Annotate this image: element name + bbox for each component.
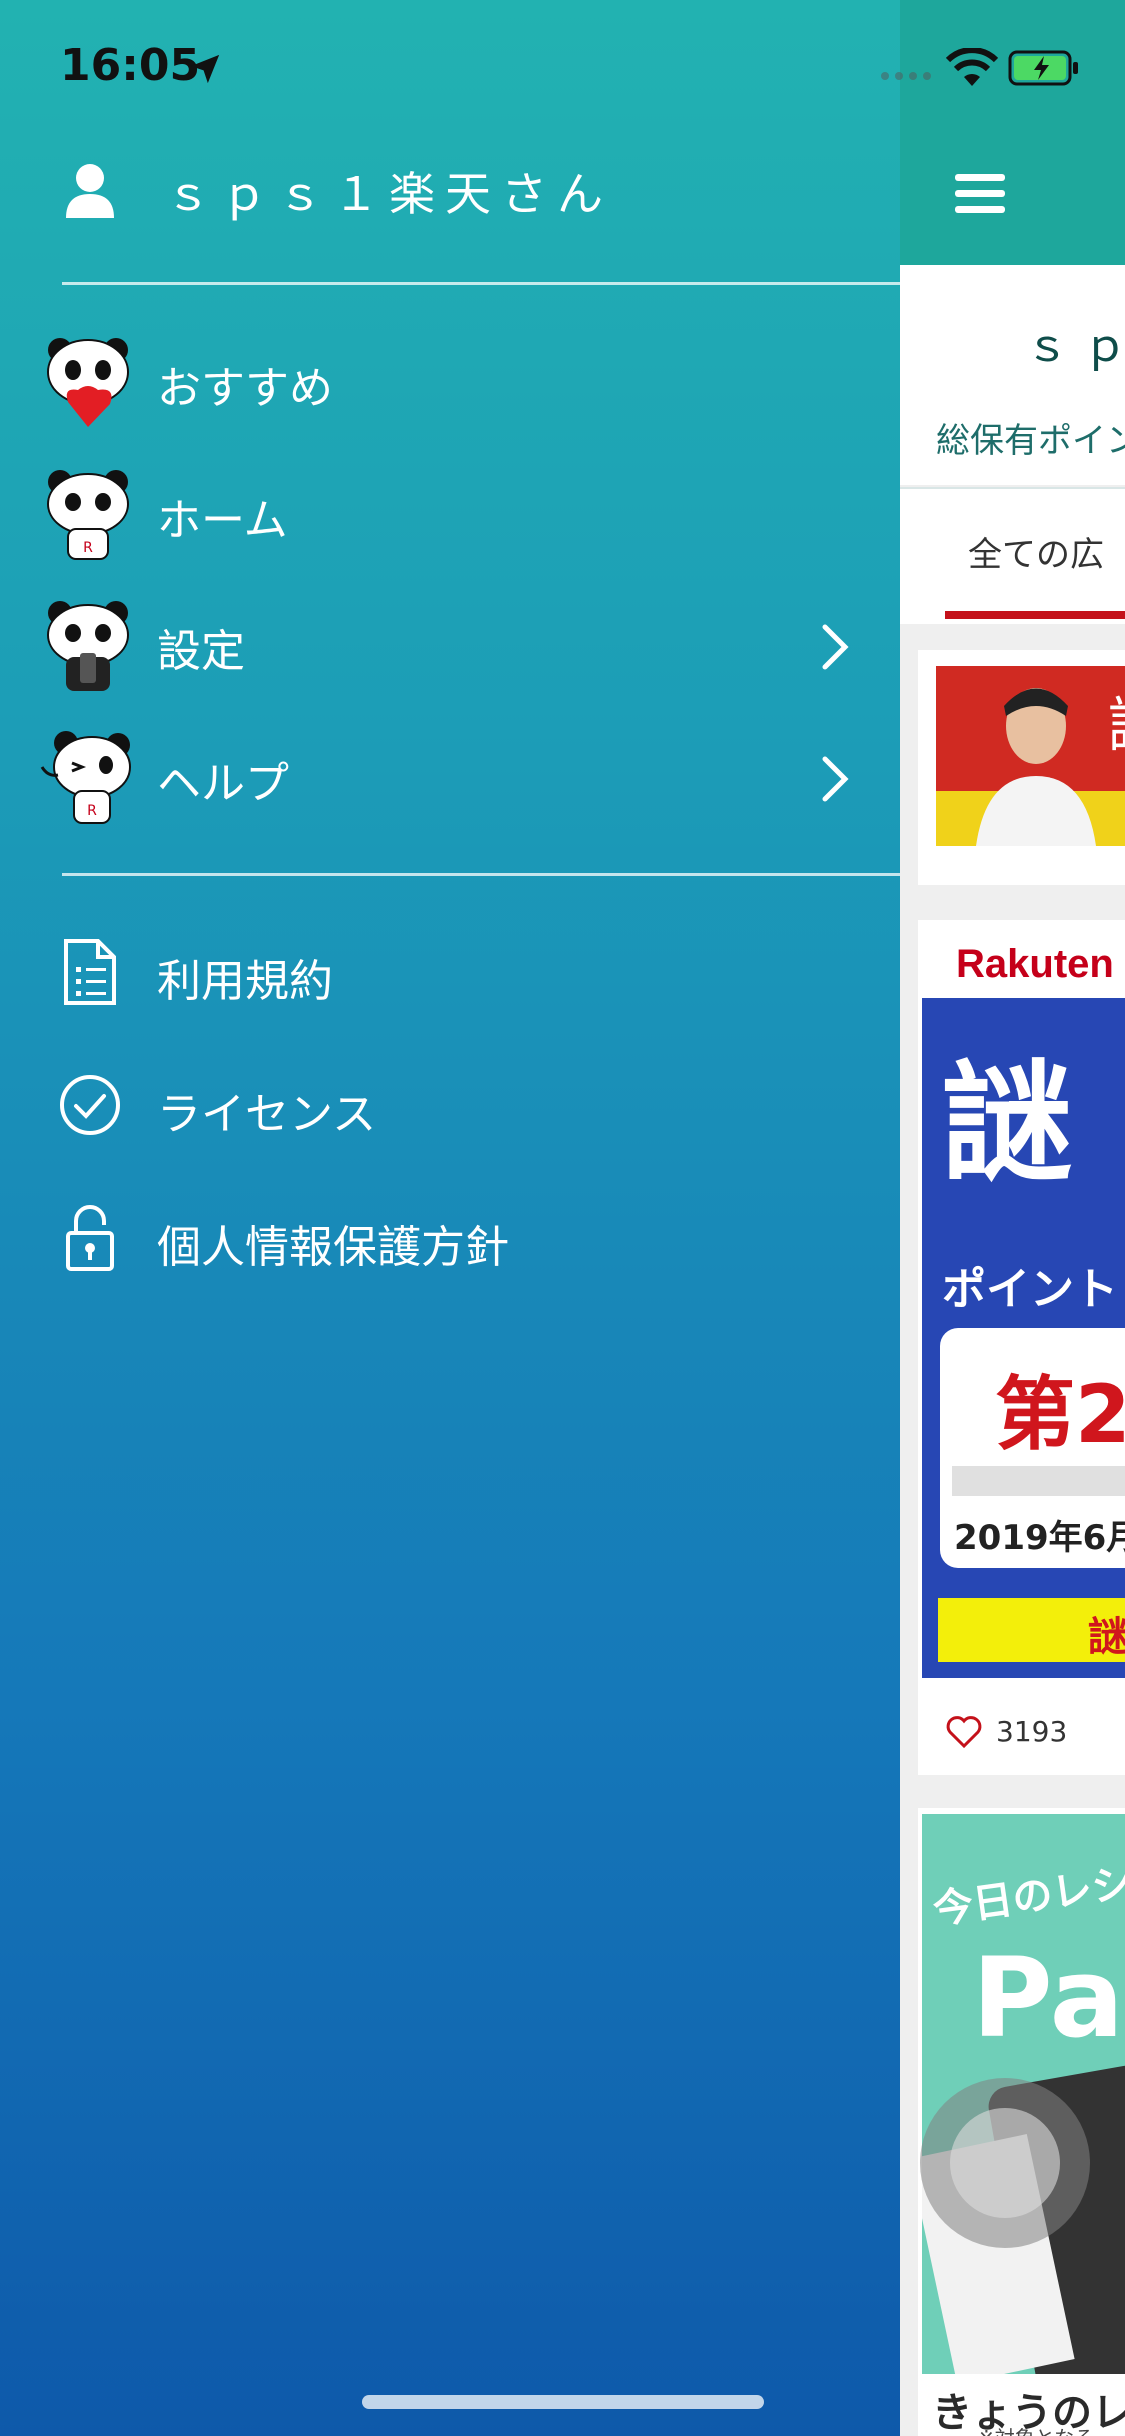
menu-label: ヘルプ <box>157 758 289 809</box>
menu-label: ライセンス <box>157 1089 377 1140</box>
menu-item-privacy-policy[interactable]: 個人情報保護方針 <box>0 1183 900 1293</box>
user-profile-row[interactable]: ｓｐｓ１楽天さん <box>0 150 900 270</box>
ad-card[interactable]: Rakuten S 謎 ポイント 第2 2019年6月 謎 3193 <box>918 920 1125 1775</box>
tab-indicator <box>945 611 1125 619</box>
user-name: ｓｐｓ <box>1025 321 1125 372</box>
banner-subtitle: ポイント <box>942 1264 1118 1315</box>
menu-label: 設定 <box>157 626 245 677</box>
menu-item-help[interactable]: R ヘルプ <box>0 717 900 837</box>
status-time: 16:05 <box>60 40 201 91</box>
panda-wink-icon: R <box>40 731 131 824</box>
side-drawer: ｓｐｓ１楽天さん おすすめ R ホーム 設定 R ヘルプ 利用規約 ライセンス … <box>0 0 900 2436</box>
menu-item-home[interactable]: R ホーム <box>0 454 900 574</box>
ad-card[interactable]: 謎 <box>918 650 1125 885</box>
hamburger-menu-icon[interactable] <box>955 172 1005 216</box>
tab-bar: 全ての広 <box>900 487 1125 624</box>
svg-text:R: R <box>87 803 97 819</box>
home-indicator[interactable] <box>362 2395 764 2409</box>
banner-date: 2019年6月 <box>954 1518 1125 1558</box>
banner-big-text: 第2 <box>995 1368 1125 1461</box>
divider <box>62 282 900 285</box>
lock-icon <box>66 1205 114 1271</box>
menu-label: ホーム <box>157 495 288 546</box>
check-circle-icon <box>60 1075 120 1135</box>
user-icon <box>66 164 114 218</box>
ad-photo-icon: 謎 <box>936 666 1125 846</box>
like-count: 3193 <box>996 1715 1068 1748</box>
svg-text:謎: 謎 <box>1108 691 1125 761</box>
menu-label: 個人情報保護方針 <box>157 1222 509 1273</box>
rakuten-logo: Rakuten S <box>956 942 1125 986</box>
menu-label: 利用規約 <box>157 956 333 1007</box>
signal-icon <box>881 72 931 80</box>
menu-label: おすすめ <box>157 363 333 414</box>
assistive-touch-button[interactable] <box>920 2078 1090 2248</box>
banner-title: 今日のレシ <box>930 1860 1125 1934</box>
chevron-right-icon <box>822 624 849 670</box>
ad-banner-image: 謎 ポイント 第2 2019年6月 謎 <box>922 998 1125 1678</box>
heart-icon[interactable] <box>946 1715 982 1749</box>
status-bar: 16:05 <box>0 0 1125 140</box>
banner-panel: 第2 2019年6月 <box>940 1328 1125 1568</box>
user-name: ｓｐｓ１楽天さん <box>165 167 613 221</box>
ad-banner-image: 謎 <box>936 666 1125 846</box>
menu-item-terms[interactable]: 利用規約 <box>0 917 900 1027</box>
panda-heart-icon <box>47 338 129 427</box>
divider <box>62 873 900 876</box>
menu-item-recommended[interactable]: おすすめ <box>0 322 900 442</box>
menu-item-settings[interactable]: 設定 <box>0 585 900 705</box>
banner-footer: 謎 <box>938 1598 1125 1662</box>
banner-title: 謎 <box>942 1047 1073 1199</box>
svg-text:R: R <box>83 540 93 556</box>
user-summary: ｓｐｓ 総保有ポイン <box>900 265 1125 485</box>
banner-bar <box>952 1466 1125 1496</box>
panda-home-icon: R <box>47 470 129 560</box>
menu-item-license[interactable]: ライセンス <box>0 1050 900 1160</box>
wifi-icon <box>946 48 998 86</box>
card-note: ※対象となる <box>978 2422 1094 2436</box>
main-content-peek[interactable]: ｓｐｓ 総保有ポイン 全ての広 謎 Rakuten S 謎 ポイント 第2 <box>900 0 1125 2436</box>
battery-charging-icon <box>1008 50 1078 86</box>
location-arrow-icon <box>190 54 220 84</box>
document-icon <box>64 939 116 1005</box>
tab-all-ads[interactable]: 全ての広 <box>968 527 1104 576</box>
panda-phone-icon <box>47 601 129 691</box>
banner-big-text: Pa <box>972 1934 1124 2062</box>
chevron-right-icon <box>822 756 849 802</box>
points-label: 総保有ポイン <box>936 421 1125 461</box>
